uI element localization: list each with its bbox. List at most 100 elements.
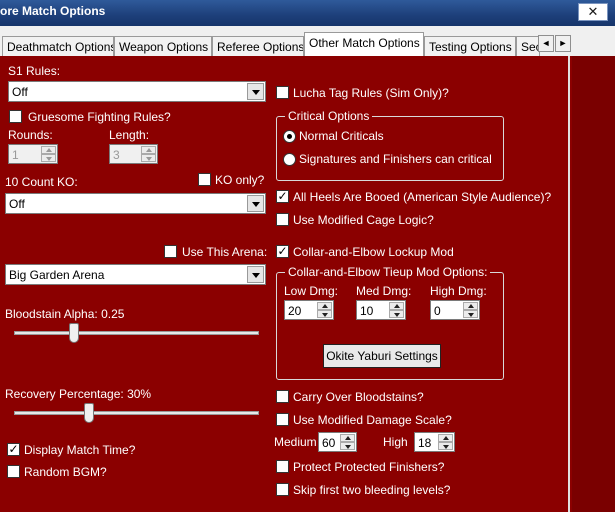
tab-label: Deathmatch Options	[7, 40, 114, 54]
window-edge	[572, 56, 615, 512]
spin-up-icon[interactable]	[141, 146, 156, 154]
carry-bloodstains-checkbox[interactable]	[276, 390, 289, 403]
tab-label: Weapon Options	[119, 40, 209, 54]
s1-rules-label: S1 Rules:	[8, 64, 61, 78]
lucha-checkbox[interactable]	[276, 86, 289, 99]
count-ko-select[interactable]: Off	[5, 193, 266, 214]
chevron-down-icon[interactable]	[247, 266, 264, 283]
collar-lockup-label: Collar-and-Elbow Lockup Mod	[293, 245, 454, 259]
high-value: 18	[418, 436, 432, 450]
spin-up-icon[interactable]	[41, 146, 56, 154]
spin-up-icon[interactable]	[317, 302, 332, 310]
high-dmg-stepper[interactable]: 0	[430, 300, 480, 320]
tab-label: Referee Options	[217, 40, 304, 54]
damage-scale-label: Use Modified Damage Scale?	[293, 413, 452, 427]
spin-up-icon[interactable]	[438, 434, 453, 442]
tab-sec[interactable]: Sec	[516, 36, 540, 56]
high-dmg-label: High Dmg:	[430, 284, 487, 298]
bloodstain-label: Bloodstain Alpha: 0.25	[5, 307, 125, 321]
tab-weapon-options[interactable]: Weapon Options	[114, 36, 212, 56]
recovery-slider-track[interactable]	[14, 411, 259, 415]
length-value: 3	[113, 148, 120, 162]
normal-criticals-radio[interactable]	[283, 130, 296, 143]
tab-label: Other Match Options	[309, 36, 420, 50]
low-dmg-value: 20	[288, 304, 302, 318]
recovery-label: Recovery Percentage: 30%	[5, 387, 152, 401]
collar-lockup-checkbox[interactable]: ✓	[276, 245, 289, 258]
low-dmg-stepper[interactable]: 20	[284, 300, 334, 320]
ko-only-checkbox[interactable]	[198, 173, 211, 186]
spin-down-icon[interactable]	[463, 310, 478, 318]
count-ko-value: Off	[9, 197, 25, 211]
heels-booed-checkbox[interactable]: ✓	[276, 190, 289, 203]
display-time-checkbox[interactable]: ✓	[7, 443, 20, 456]
spin-down-icon[interactable]	[389, 310, 404, 318]
tab-referee-options[interactable]: Referee Options	[212, 36, 304, 56]
skip-bleeding-label: Skip first two bleeding levels?	[293, 483, 451, 497]
spin-down-icon[interactable]	[340, 442, 355, 450]
s1-rules-value: Off	[12, 85, 28, 99]
spin-up-icon[interactable]	[389, 302, 404, 310]
recovery-slider-thumb[interactable]	[84, 403, 94, 423]
tab-other-match-options[interactable]: Other Match Options	[304, 32, 424, 56]
skip-bleeding-checkbox[interactable]	[276, 483, 289, 496]
close-icon: ✕	[587, 4, 599, 19]
signatures-criticals-label: Signatures and Finishers can critical	[299, 152, 492, 166]
spin-down-icon[interactable]	[438, 442, 453, 450]
rounds-value: 1	[12, 148, 19, 162]
bloodstain-slider-track[interactable]	[14, 331, 259, 335]
okite-yaburi-settings-button[interactable]: Okite Yaburi Settings	[323, 344, 441, 368]
title-bar: ore Match Options ✕	[0, 0, 615, 26]
tab-deathmatch-options[interactable]: Deathmatch Options	[2, 36, 114, 56]
tab-strip: Deathmatch Options Weapon Options Refere…	[0, 30, 600, 56]
arena-select[interactable]: Big Garden Arena	[5, 264, 266, 285]
cage-logic-checkbox[interactable]	[276, 213, 289, 226]
normal-criticals-label: Normal Criticals	[299, 129, 384, 143]
carry-bloodstains-label: Carry Over Bloodstains?	[293, 390, 424, 404]
rounds-label: Rounds:	[8, 128, 53, 142]
high-stepper[interactable]: 18	[414, 432, 455, 452]
tieup-options-title: Collar-and-Elbow Tieup Mod Options:	[285, 265, 491, 279]
chevron-down-icon[interactable]	[247, 83, 264, 100]
heels-booed-label: All Heels Are Booed (American Style Audi…	[293, 190, 552, 204]
chevron-down-icon[interactable]	[247, 195, 264, 212]
damage-scale-checkbox[interactable]	[276, 413, 289, 426]
s1-rules-select[interactable]: Off	[8, 81, 266, 102]
ko-only-label: KO only?	[215, 173, 265, 187]
length-stepper[interactable]: 3	[109, 144, 158, 164]
protect-finishers-checkbox[interactable]	[276, 460, 289, 473]
protect-finishers-label: Protect Protected Finishers?	[293, 460, 445, 474]
arena-value: Big Garden Arena	[9, 268, 105, 282]
critical-options-group: Critical Options	[276, 109, 504, 181]
spin-up-icon[interactable]	[340, 434, 355, 442]
tab-scroll-left-button[interactable]: ◄	[538, 35, 554, 52]
spin-down-icon[interactable]	[141, 154, 156, 162]
medium-stepper[interactable]: 60	[318, 432, 357, 452]
close-button[interactable]: ✕	[578, 3, 608, 21]
spin-up-icon[interactable]	[463, 302, 478, 310]
random-bgm-label: Random BGM?	[24, 465, 107, 479]
low-dmg-label: Low Dmg:	[284, 284, 339, 298]
signatures-criticals-radio[interactable]	[283, 153, 296, 166]
cage-logic-label: Use Modified Cage Logic?	[293, 213, 434, 227]
tab-testing-options[interactable]: Testing Options	[424, 36, 516, 56]
rounds-stepper[interactable]: 1	[8, 144, 58, 164]
gruesome-label: Gruesome Fighting Rules?	[28, 110, 171, 124]
gruesome-checkbox[interactable]	[9, 110, 22, 123]
arrow-left-icon: ◄	[541, 38, 551, 48]
use-arena-label: Use This Arena:	[182, 245, 268, 259]
spin-down-icon[interactable]	[41, 154, 56, 162]
window-title: ore Match Options	[0, 4, 106, 18]
random-bgm-checkbox[interactable]	[7, 465, 20, 478]
tab-scroll-right-button[interactable]: ►	[555, 35, 571, 52]
high-dmg-value: 0	[434, 304, 441, 318]
count-ko-label: 10 Count KO:	[5, 175, 78, 189]
display-time-label: Display Match Time?	[24, 443, 136, 457]
use-arena-checkbox[interactable]	[164, 245, 177, 258]
bloodstain-slider-thumb[interactable]	[69, 323, 79, 343]
medium-value: 60	[322, 436, 336, 450]
med-dmg-label: Med Dmg:	[356, 284, 412, 298]
med-dmg-stepper[interactable]: 10	[356, 300, 406, 320]
critical-options-title: Critical Options	[285, 109, 373, 123]
spin-down-icon[interactable]	[317, 310, 332, 318]
